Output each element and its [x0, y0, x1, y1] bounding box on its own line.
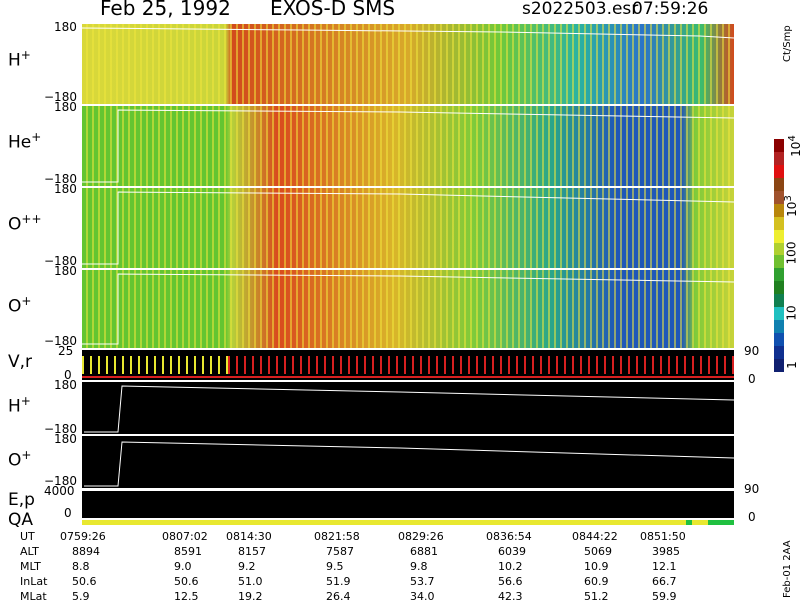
colorbar-segment [774, 151, 784, 166]
colorbar-segment [774, 320, 784, 334]
panel-label-ep: E,p [8, 490, 35, 510]
table-cell: 0807:02 [162, 530, 208, 543]
colorbar-tick: 104 [786, 135, 800, 157]
colorbar-segment [774, 346, 784, 360]
table-cell: 34.0 [410, 590, 435, 603]
tick-ep: 4000 [44, 484, 75, 498]
table-row-label: MLT [20, 560, 41, 573]
table-cell: 9.2 [238, 560, 256, 573]
tick-qa: 0 [64, 506, 72, 520]
table-cell: 0844:22 [572, 530, 618, 543]
side-footer: Feb-01 2AA [782, 540, 793, 598]
table-cell: 5.9 [72, 590, 90, 603]
colorbar-segment [774, 242, 784, 256]
table-cell: 8.8 [72, 560, 90, 573]
colorbar-segment [774, 359, 784, 373]
table-cell: 9.8 [410, 560, 428, 573]
qa-flag [686, 520, 692, 525]
table-cell: 8591 [174, 545, 202, 558]
colorbar-segment [774, 229, 784, 244]
table-cell: 12.1 [652, 560, 677, 573]
qa-flag [708, 520, 734, 525]
table-cell: 0851:50 [640, 530, 686, 543]
table-row-label: ALT [20, 545, 39, 558]
colorbar-segment [774, 138, 784, 153]
table-cell: 51.0 [238, 575, 263, 588]
table-cell: 51.9 [326, 575, 351, 588]
colorbar-segment [774, 268, 784, 282]
table-cell: 53.7 [410, 575, 435, 588]
colorbar-segment [774, 333, 784, 347]
colorbar [774, 126, 784, 373]
table-cell: 0836:54 [486, 530, 532, 543]
table-cell: 51.2 [584, 590, 609, 603]
colorbar-segment [774, 177, 784, 192]
table-cell: 8157 [238, 545, 266, 558]
table-cell: 66.7 [652, 575, 677, 588]
table-cell: 56.6 [498, 575, 523, 588]
table-cell: 0821:58 [314, 530, 360, 543]
panel-label-qa: QA [8, 510, 34, 530]
qa-bar [82, 520, 734, 525]
table-cell: 6039 [498, 545, 526, 558]
table-cell: 9.5 [326, 560, 344, 573]
colorbar-segment [774, 294, 784, 308]
colorbar-tick: 103 [782, 195, 799, 217]
table-cell: 10.2 [498, 560, 523, 573]
table-row-label: InLat [20, 575, 48, 588]
table-row-label: MLat [20, 590, 47, 603]
table-cell: 0759:26 [60, 530, 106, 543]
colorbar-segment [774, 126, 784, 140]
colorbar-segment [774, 255, 784, 269]
colorbar-tick: 10 [784, 305, 799, 321]
table-cell: 42.3 [498, 590, 523, 603]
table-cell: 5069 [584, 545, 612, 558]
o-plus-line [84, 441, 735, 487]
tick-right-qa: 0 [748, 510, 756, 524]
table-cell: 7587 [326, 545, 354, 558]
table-cell: 0829:26 [398, 530, 444, 543]
ep-line [82, 490, 734, 491]
table-cell: 0814:30 [226, 530, 272, 543]
table-cell: 6881 [410, 545, 438, 558]
h-plus-line [84, 385, 735, 433]
colorbar-segment [774, 307, 784, 321]
colorbar-tick: 100 [784, 241, 799, 265]
table-cell: 50.6 [72, 575, 97, 588]
table-cell: 26.4 [326, 590, 351, 603]
table-cell: 59.9 [652, 590, 677, 603]
tick-right-ep: 90 [744, 482, 760, 496]
colorbar-tick: 1 [784, 361, 799, 369]
table-cell: 8894 [72, 545, 100, 558]
colorbar-segment [774, 281, 784, 295]
colorbar-segment [774, 164, 784, 179]
table-cell: 3985 [652, 545, 680, 558]
table-cell: 50.6 [174, 575, 199, 588]
colorbar-unit: Ct/Smp [782, 25, 793, 62]
table-cell: 60.9 [584, 575, 609, 588]
table-cell: 9.0 [174, 560, 192, 573]
table-cell: 19.2 [238, 590, 263, 603]
table-cell: 10.9 [584, 560, 609, 573]
table-row-label: UT [20, 530, 35, 543]
table-cell: 12.5 [174, 590, 199, 603]
ep-panel [82, 490, 734, 518]
colorbar-segment [774, 216, 784, 231]
